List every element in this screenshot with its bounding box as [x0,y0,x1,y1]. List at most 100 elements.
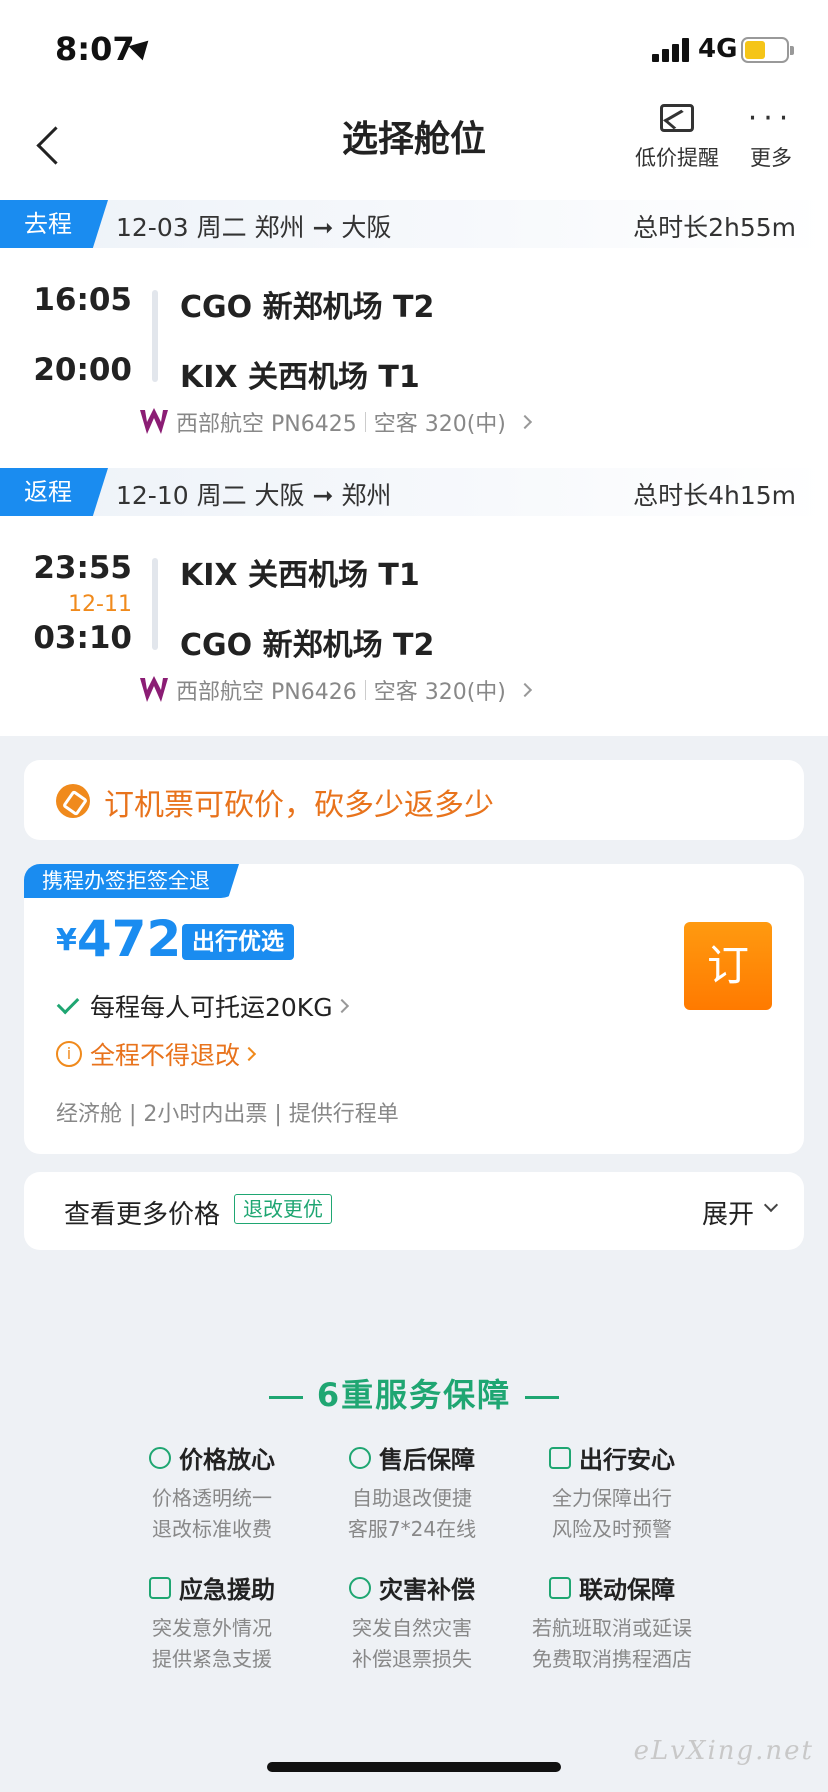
watermark: eLvXing.net [633,1736,814,1766]
guarantee-item-line2: 风险及时预警 [552,1517,672,1541]
outbound-dep-time: 16:05 [33,282,132,318]
headset-icon [349,1446,371,1469]
promo-banner[interactable]: 订机票可砍价，砍多少返多少 [24,760,804,840]
outbound-arr-airport: KIX 关西机场 T1 [180,360,420,395]
refund-rule-text: 全程不得退改 [90,1041,241,1070]
return-airline: 西部航空 PN6426 [176,680,357,705]
fare-meta: 经济舱 | 2小时内出票 | 提供行程单 [56,1102,399,1127]
more-dots-icon: ··· [747,101,795,136]
guarantee-item-line1: 突发自然灾害 [352,1616,472,1640]
guarantee-item-title: 应急援助 [179,1576,275,1604]
chevron-right-icon [241,1046,257,1062]
guarantee-item-title: 出行安心 [579,1446,675,1474]
return-airline-row[interactable]: 西部航空 PN6426 空客 320(中) [138,674,532,706]
airline-logo-icon [140,408,168,434]
airline-logo-icon [140,676,168,702]
expand-label[interactable]: 展开 [702,1194,754,1231]
return-segment: 返程 12-10 周二 大阪 ➞ 郑州 总时长4h15m 23:55 KIX 关… [0,468,828,736]
guarantee-item-title: 售后保障 [379,1446,475,1474]
more-button[interactable]: ··· 更多 [740,104,802,172]
status-time: 8:07 [55,30,135,68]
timeline-line [152,290,158,382]
yuan-icon [149,1446,171,1469]
more-prices-label: 查看更多价格 [64,1200,221,1230]
guarantee-item-line2: 客服7*24在线 [347,1517,477,1541]
better-refund-tag: 退改更优 [234,1194,332,1224]
return-aircraft: 空客 320(中) [373,680,506,705]
timeline-line [152,558,158,650]
chevron-right-icon [517,682,532,698]
promo-text: 订机票可砍价，砍多少返多少 [104,788,494,823]
guarantee-item: 灾害补偿 突发自然灾害 补偿退票损失 [312,1570,512,1675]
outbound-duration: 总时长2h55m [633,213,796,242]
price-trend-icon [660,104,694,132]
guarantee-item: 出行安心 全力保障出行 风险及时预警 [512,1440,712,1545]
book-button[interactable]: 订 [684,922,772,1010]
return-tag: 返程 [0,468,108,516]
price-alert-button[interactable]: 低价提醒 [632,104,722,172]
chevron-right-icon [334,998,349,1014]
alarm-icon [149,1576,171,1599]
guarantee-item: 售后保障 自助退改便捷 客服7*24在线 [312,1440,512,1545]
outbound-dep-airport: CGO 新郑机场 T2 [180,290,435,325]
return-arr-airport: CGO 新郑机场 T2 [180,628,435,663]
guarantee-item-line1: 价格透明统一 [152,1486,272,1510]
guarantee-item-line1: 若航班取消或延误 [532,1616,692,1640]
signal-icon [652,38,692,62]
more-label: 更多 [750,146,792,170]
outbound-airline-row[interactable]: 西部航空 PN6425 空客 320(中) [138,406,532,438]
return-arr-time: 03:10 [33,620,132,656]
guarantee-item-line2: 提供紧急支援 [152,1647,272,1671]
shield-check-icon [549,1576,571,1599]
suitcase-icon [549,1446,571,1469]
outbound-aircraft: 空客 320(中) [373,412,506,437]
preferred-tag: 出行优选 [182,924,294,960]
umbrella-icon [349,1576,371,1599]
network-type: 4G [698,34,738,64]
refund-rule-row[interactable]: i 全程不得退改 [56,1036,257,1072]
title-dash [525,1395,560,1399]
status-bar: 8:07 4G [0,0,828,100]
chevron-down-icon [763,1197,779,1213]
guarantee-item-line1: 突发意外情况 [152,1616,272,1640]
title-dash [268,1395,303,1399]
outbound-route: 12-03 周二 郑州 ➞ 大阪 [116,213,392,242]
return-duration: 总时长4h15m [633,481,796,510]
visa-refund-badge: 携程办签拒签全退 [24,864,239,898]
return-dep-airport: KIX 关西机场 T1 [180,558,420,593]
price-value: 472 [76,910,182,968]
price-alert-label: 低价提醒 [635,146,719,170]
outbound-airline: 西部航空 PN6425 [176,412,357,437]
bargain-tag-icon [56,784,90,818]
baggage-row[interactable]: 每程每人可托运20KG [56,988,349,1024]
nav-header: 选择舱位 低价提醒 ··· 更多 [0,100,828,200]
guarantee-item: 联动保障 若航班取消或延误 免费取消携程酒店 [512,1570,712,1675]
return-dep-time: 23:55 [33,550,132,586]
outbound-tag: 去程 [0,200,108,248]
guarantee-item-title: 联动保障 [579,1576,675,1604]
chevron-right-icon [517,414,532,430]
guarantee-item: 应急援助 突发意外情况 提供紧急支援 [112,1570,312,1675]
guarantee-item-title: 价格放心 [179,1446,275,1474]
guarantee-item-line1: 自助退改便捷 [352,1486,472,1510]
outbound-arr-time: 20:00 [33,352,132,388]
guarantee-item: 价格放心 价格透明统一 退改标准收费 [112,1440,312,1545]
guarantee-item-line2: 补偿退票损失 [352,1647,472,1671]
guarantee-item-line2: 免费取消携程酒店 [532,1647,692,1671]
next-day-date: 12-11 [68,592,132,617]
return-route: 12-10 周二 大阪 ➞ 郑州 [116,481,392,510]
baggage-text: 每程每人可托运20KG [90,993,333,1022]
guarantee-title-text: 6重服务保障 [316,1376,512,1414]
guarantee-title: 6重服务保障 [0,1370,828,1416]
more-prices-row[interactable]: 查看更多价格 退改更优 展开 [24,1172,804,1250]
home-indicator[interactable] [267,1762,561,1772]
guarantee-item-line2: 退改标准收费 [152,1517,272,1541]
check-icon [56,991,80,1015]
fare-price: ¥472 [56,910,181,968]
guarantee-item-line1: 全力保障出行 [552,1486,672,1510]
currency-symbol: ¥ [56,923,77,958]
outbound-segment: 去程 12-03 周二 郑州 ➞ 大阪 总时长2h55m 16:05 CGO 新… [0,200,828,468]
info-icon: i [56,1041,82,1067]
battery-icon [741,37,794,63]
fare-card: 携程办签拒签全退 ¥472 出行优选 每程每人可托运20KG i 全程不得退改 … [24,864,804,1154]
